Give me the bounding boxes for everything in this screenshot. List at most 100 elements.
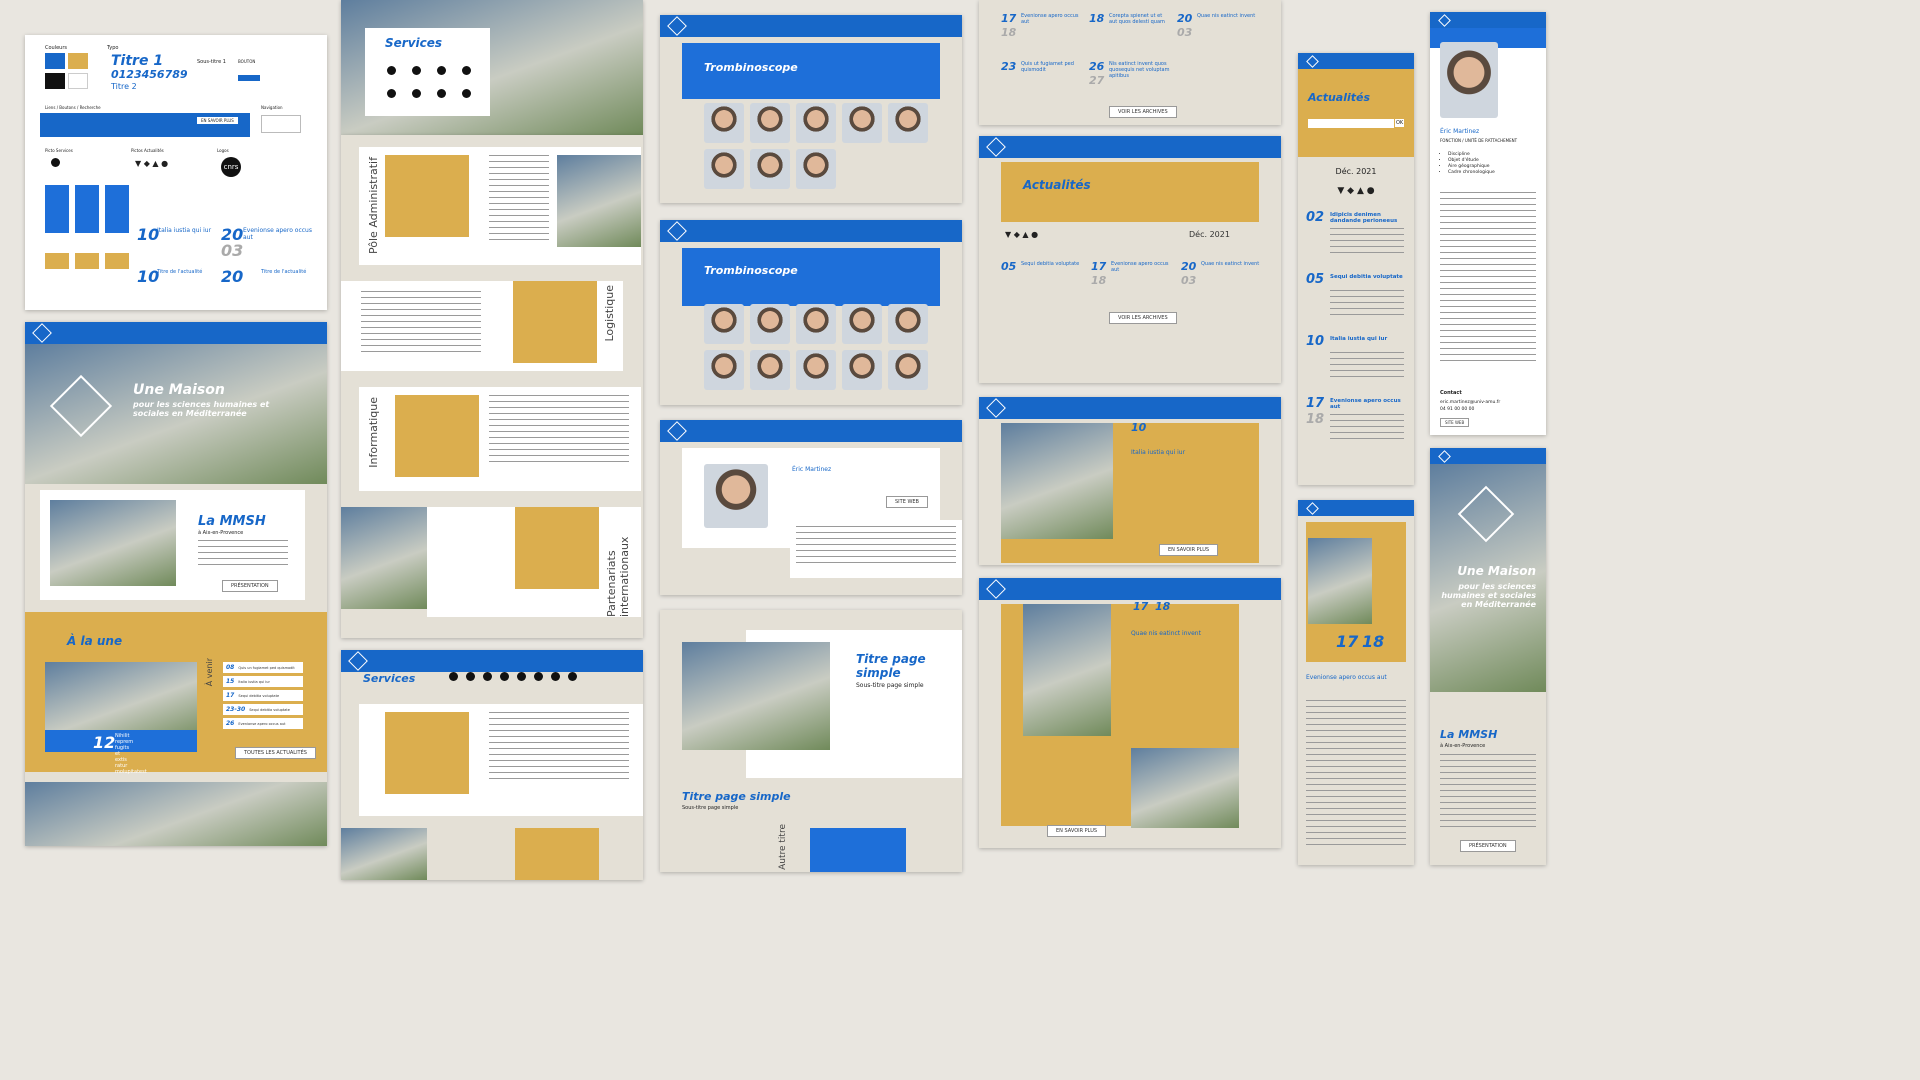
dot-icon[interactable] [412, 66, 421, 75]
dot-icon[interactable] [449, 672, 458, 681]
nav-arrows[interactable] [261, 115, 301, 133]
portrait[interactable] [704, 304, 744, 344]
diamond-logo-icon [1457, 485, 1515, 543]
actu-title: Quae nis eatinct invent [1197, 13, 1256, 19]
portrait[interactable] [704, 103, 744, 143]
actu-item[interactable]: 17 18 Evenionse apero occus aut [1091, 260, 1177, 300]
portrait[interactable] [750, 149, 790, 189]
site-header [660, 420, 962, 442]
more-button[interactable]: EN SAVOIR PLUS [1159, 544, 1219, 556]
dot-icon[interactable] [534, 672, 543, 681]
portrait[interactable] [842, 350, 882, 390]
mmsh-title: La MMSH [198, 514, 266, 529]
actu-item[interactable]: 20 03 Quae nis eatinct invent [1177, 12, 1261, 52]
mobile-month[interactable]: Déc. 2021 [1298, 167, 1414, 176]
portrait[interactable] [704, 149, 744, 189]
sample-actu-title: Titre de l'actualité [157, 269, 203, 275]
upcoming-title: Evenionse apero occus aut [238, 721, 286, 726]
dot-icon[interactable] [483, 672, 492, 681]
dot-icon[interactable] [462, 89, 471, 98]
portrait[interactable] [888, 304, 928, 344]
site-web-button[interactable]: SITE WEB [886, 496, 928, 508]
site-header [979, 136, 1281, 158]
mobile-entry[interactable]: 02 Idipicis denimen dandande perioneeus [1306, 210, 1406, 272]
upcoming-item[interactable]: 17 Sequi debitia voluptate [223, 690, 303, 701]
mobile-pres-button[interactable]: PRÉSENTATION [1460, 840, 1516, 852]
dot-icon[interactable] [387, 89, 396, 98]
actu-date: 05 [1001, 260, 1017, 273]
portrait[interactable] [842, 304, 882, 344]
archives-button[interactable]: VOIR LES ARCHIVES [1109, 312, 1177, 324]
portrait[interactable] [750, 304, 790, 344]
all-news-button[interactable]: TOUTES LES ACTUALITÉS [235, 747, 316, 759]
mobile-fonction: FONCTION / UNITÉ DE RATTACHEMENT [1440, 138, 1518, 143]
more-button[interactable]: EN SAVOIR PLUS [197, 117, 238, 124]
actus-row: 05 Sequi debitia voluptate 17 18 Evenionse a… [1001, 260, 1271, 300]
mobile-entry[interactable]: 05 Sequi debitia voluptate [1306, 272, 1406, 334]
upcoming-item[interactable]: 15 Italia iustia qui iur [223, 676, 303, 687]
entry-text [1330, 352, 1404, 382]
mobile-filter-icons[interactable]: ▼ ◆ ▲ ● [1298, 186, 1414, 196]
block-text [489, 712, 629, 782]
portrait[interactable] [796, 149, 836, 189]
sample-num-20b: 20 [221, 267, 244, 286]
service-dots-row [449, 672, 629, 681]
presentation-button[interactable]: PRÉSENTATION [222, 580, 278, 592]
month-selector[interactable]: Déc. 2021 [1189, 230, 1230, 239]
mobile-search-btn[interactable]: OK [1395, 119, 1405, 127]
portrait[interactable] [796, 304, 836, 344]
actu-item[interactable]: 05 Sequi debitia voluptate [1001, 260, 1087, 300]
news-filter-icons[interactable]: ▼ ◆ ▲ ● [1005, 230, 1038, 239]
site-logo [1438, 449, 1451, 463]
simple-photo [682, 642, 830, 750]
dot-icon[interactable] [437, 89, 446, 98]
actu-title: Nis eatinct invent quos quosequis net vo… [1109, 61, 1170, 79]
upcoming-item[interactable]: 08 Quis un fugiamet ped quismodit [223, 662, 303, 673]
sample-num-10: 10 [137, 225, 160, 244]
portrait[interactable] [750, 350, 790, 390]
portrait[interactable] [888, 103, 928, 143]
portrait[interactable] [842, 103, 882, 143]
dot-icon[interactable] [568, 672, 577, 681]
actu-item[interactable]: 17 18 Evenionse apero occus aut [1001, 12, 1085, 52]
actu-item[interactable]: 20 03 Quae nis eatinct invent [1181, 260, 1267, 300]
detail-title: Italia iustia qui iur [1131, 449, 1186, 456]
button-sample[interactable] [238, 75, 260, 81]
portrait[interactable] [704, 350, 744, 390]
feature-num: 12 [93, 733, 116, 752]
upcoming-title: Italia iustia qui iur [238, 679, 270, 684]
mobile-search[interactable] [1308, 119, 1394, 128]
more-button[interactable]: EN SAVOIR PLUS [1047, 825, 1107, 837]
portrait[interactable] [750, 103, 790, 143]
informatique-block: Informatique [359, 387, 641, 491]
dot-icon[interactable] [551, 672, 560, 681]
event-title: Evenionse apero occus aut [1306, 674, 1387, 681]
mobile-entry[interactable]: 10 Italia iustia qui iur [1306, 334, 1406, 396]
actu-title: Evenionse apero occus aut [1021, 13, 1079, 25]
site-logo [32, 323, 52, 343]
actu-item[interactable]: 18 Corepta spienet ut et aut quos delesti… [1089, 12, 1173, 52]
dot-icon[interactable] [412, 89, 421, 98]
dot-icon[interactable] [462, 66, 471, 75]
detail2-num: 17 [1133, 600, 1149, 613]
trombi-title: Trombinoscope [704, 61, 798, 74]
dot-icon[interactable] [437, 66, 446, 75]
feature-banner[interactable]: Nihilit reprem fugits et extis ratur mol… [45, 730, 197, 775]
mobile-entry[interactable]: 17 18 Evenionse apero occus aut [1306, 396, 1406, 458]
upcoming-item[interactable]: 23-30 Sequi debitia voluptate [223, 704, 303, 715]
upcoming-list: 08 Quis un fugiamet ped quismodit 15 Italia… [223, 662, 303, 732]
dot-icon[interactable] [466, 672, 475, 681]
dot-icon[interactable] [500, 672, 509, 681]
portrait[interactable] [796, 103, 836, 143]
contact-email[interactable]: eric.martinez@univ-amu.fr [1440, 400, 1500, 405]
upcoming-item[interactable]: 26 Evenionse apero occus aut [223, 718, 303, 729]
actu-item[interactable]: 23 Quis ut fugiamet ped quismodit [1001, 60, 1085, 100]
dot-icon[interactable] [387, 66, 396, 75]
portrait[interactable] [796, 350, 836, 390]
dot-icon[interactable] [517, 672, 526, 681]
archives-button[interactable]: VOIR LES ARCHIVES [1109, 106, 1177, 118]
actu-item[interactable]: 26 27 Nis eatinct invent quos quosequis ne… [1089, 60, 1173, 100]
mobile-site-button[interactable]: SITE WEB [1440, 418, 1470, 427]
portrait[interactable] [888, 350, 928, 390]
style-guide: Couleurs Typo Titre 1 0123456789 Titre 2… [25, 35, 327, 310]
